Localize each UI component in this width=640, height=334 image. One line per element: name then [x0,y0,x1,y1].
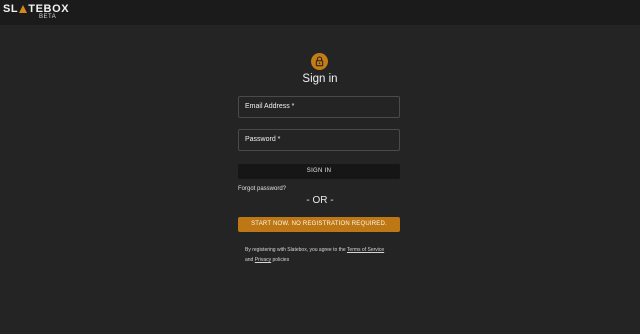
sign-in-page: Sign in Email Address * Password * SIGN … [0,25,640,334]
email-field[interactable]: Email Address * [238,96,400,118]
terms-suffix: policies [271,257,290,263]
page-title: Sign in [302,73,338,85]
privacy-link[interactable]: Privacy [255,257,271,263]
logo-text-start: SL [3,3,19,15]
terms-of-service-link[interactable]: Terms of Service [347,247,384,253]
slatebox-logo[interactable]: SL TEBOX BETA [3,3,69,21]
terms-and: and [245,257,255,263]
start-now-button[interactable]: START NOW. NO REGISTRATION REQUIRED. [238,217,400,232]
email-field-label: Email Address * [245,103,295,110]
password-field-label: Password * [245,136,281,143]
terms-notice: By registering with Slatebox, you agree … [245,245,405,265]
logo-triangle-icon [19,5,28,13]
beta-label: BETA [39,14,57,20]
forgot-password-link[interactable]: Forgot password? [238,186,286,192]
terms-prefix: By registering with Slatebox, you agree … [245,247,347,253]
lock-icon [311,53,328,70]
top-bar: SL TEBOX BETA [0,0,640,25]
password-field[interactable]: Password * [238,129,400,151]
sign-in-button[interactable]: SIGN IN [238,164,400,179]
or-divider: - OR - [306,195,334,206]
